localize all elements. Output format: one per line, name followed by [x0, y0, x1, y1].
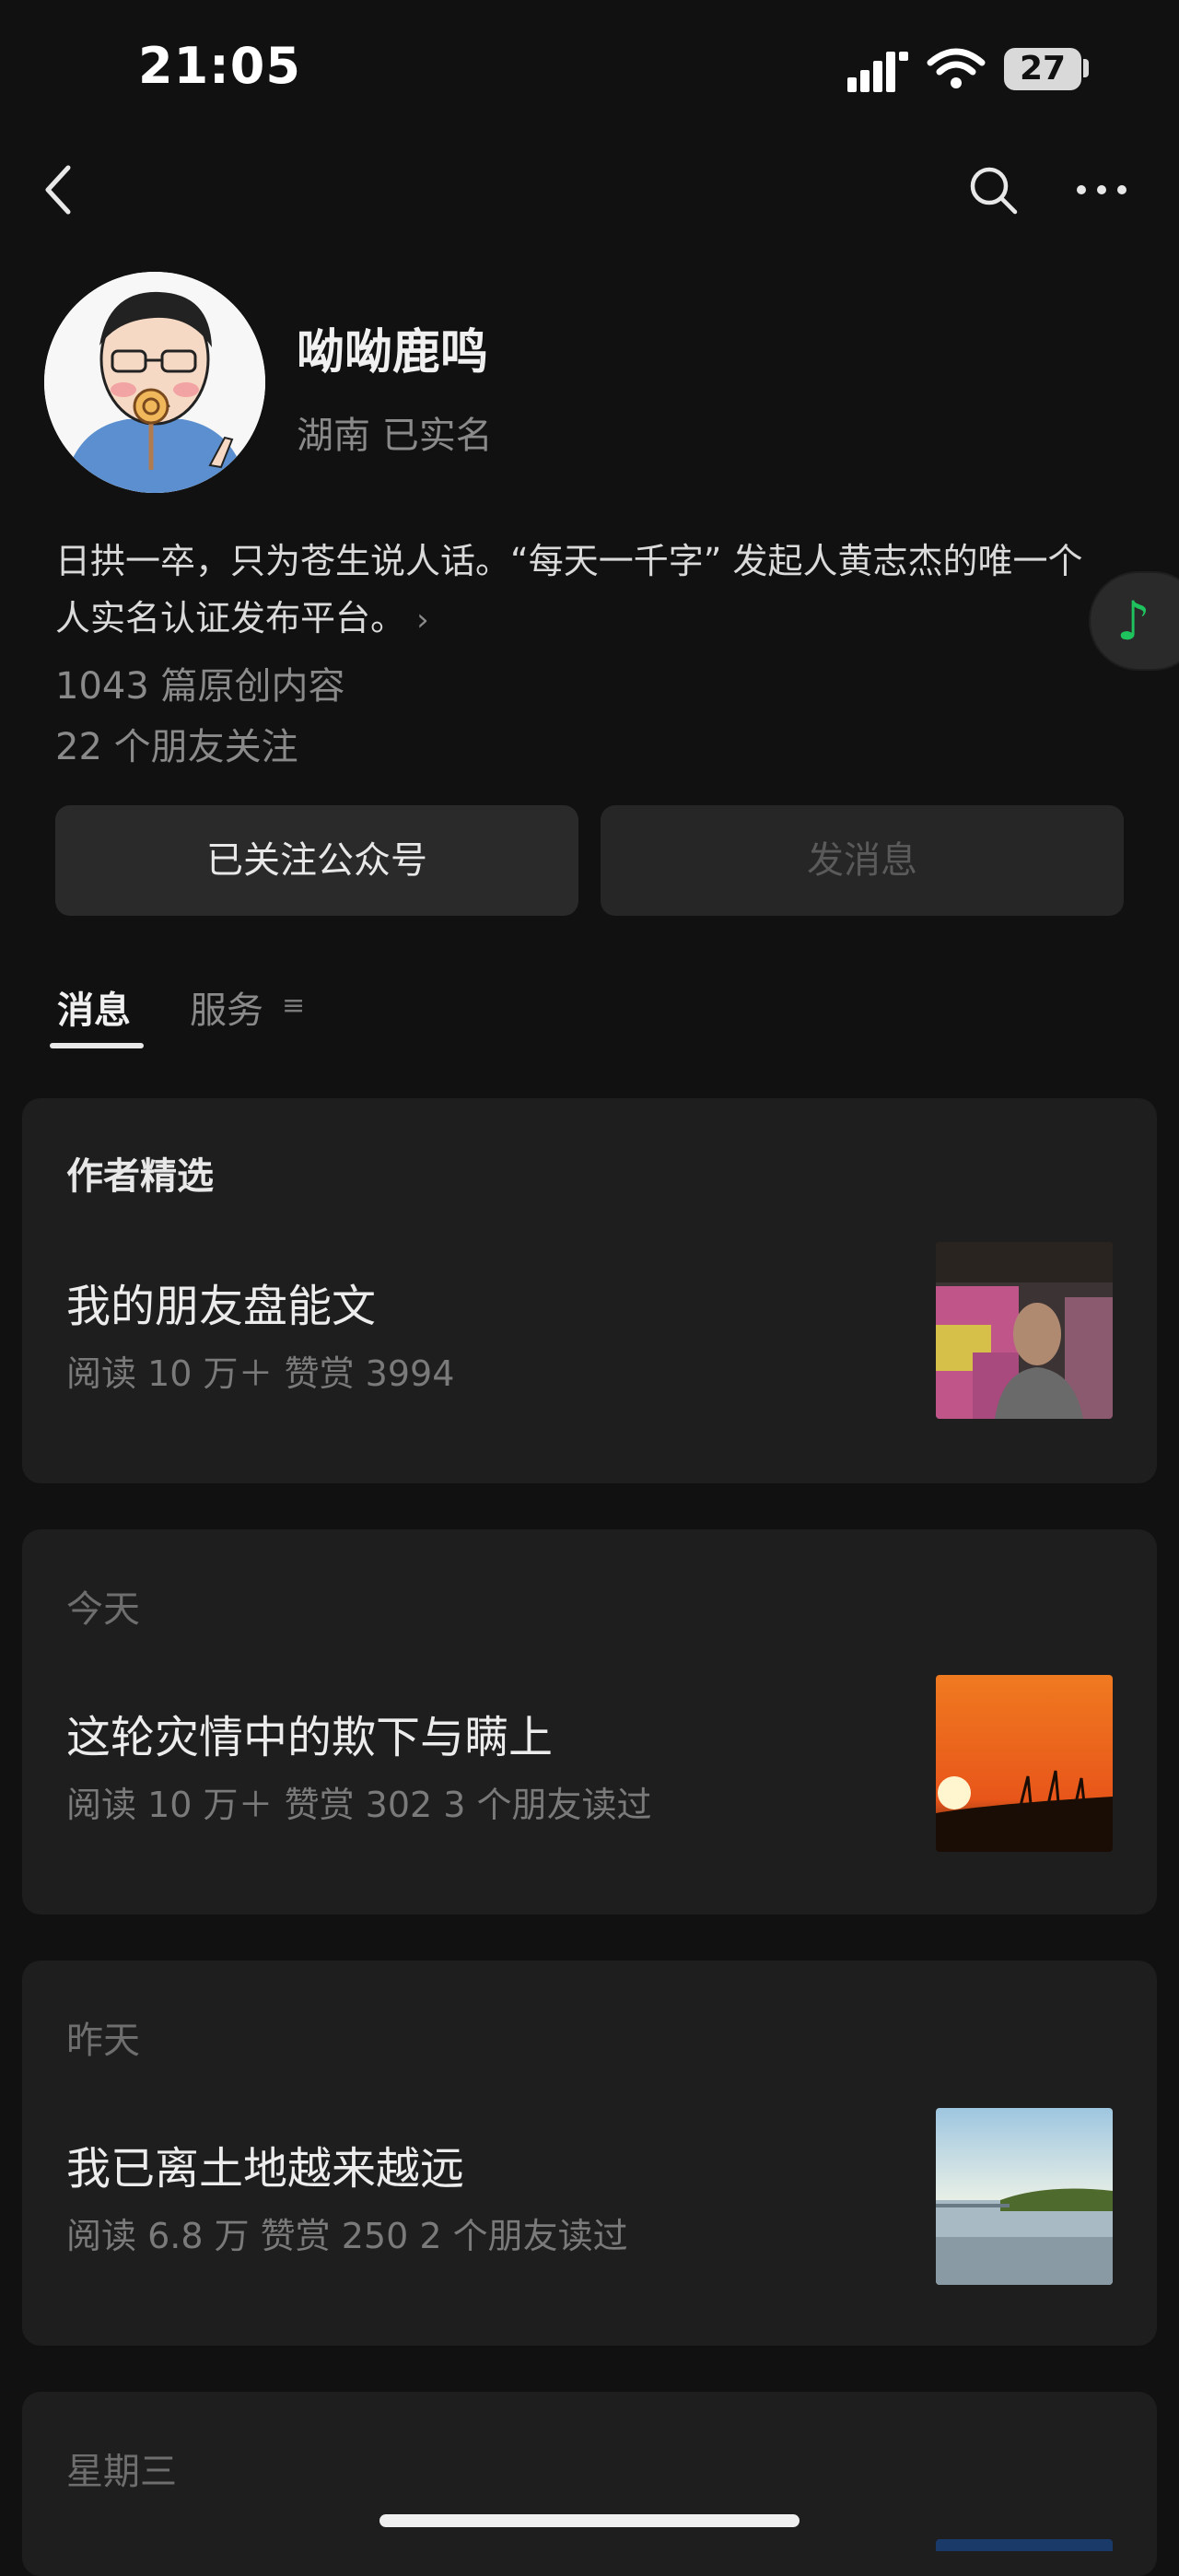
article-day-label: 星期三	[66, 2451, 177, 2493]
tab-active-indicator	[50, 1043, 144, 1048]
article-title[interactable]: 我已离土地越来越远	[66, 2132, 464, 2196]
followed-button[interactable]: 已关注公众号	[55, 805, 578, 916]
home-indicator[interactable]	[379, 2514, 800, 2527]
wifi-icon	[927, 48, 986, 88]
lake-thumbnail-image	[936, 2108, 1113, 2285]
account-name: 呦呦鹿鸣	[297, 325, 489, 381]
featured-article-title[interactable]: 我的朋友盘能文	[66, 1270, 376, 1334]
account-intro[interactable]: 日拱一卒，只为苍生说人话。“每天一千字” 发起人黄志杰的唯一个人实名认证发布平台…	[55, 533, 1105, 649]
featured-article-thumbnail[interactable]	[936, 1242, 1113, 1419]
article-day-label: 今天	[66, 1588, 140, 1631]
music-note-icon: ♪	[1116, 590, 1151, 652]
status-time: 21:05	[138, 37, 301, 95]
article-meta: 阅读 10 万＋ 赞赏 302 3 个朋友读过	[66, 1785, 652, 1825]
search-icon[interactable]	[967, 164, 1019, 216]
battery-indicator: 27	[1004, 48, 1081, 90]
article-thumbnail[interactable]	[936, 2108, 1113, 2285]
intro-more-icon[interactable]: ›	[416, 602, 429, 638]
article-meta: 阅读 6.8 万 赞赏 250 2 个朋友读过	[66, 2216, 628, 2256]
article-thumbnail[interactable]	[936, 2539, 1113, 2551]
featured-article-meta: 阅读 10 万＋ 赞赏 3994	[66, 1353, 455, 1394]
tab-messages[interactable]: 消息	[57, 980, 131, 1034]
featured-label: 作者精选	[66, 1155, 214, 1198]
signal-icon	[847, 52, 908, 92]
article-thumbnail[interactable]	[936, 1675, 1113, 1852]
account-intro-text: 日拱一卒，只为苍生说人话。“每天一千字” 发起人黄志杰的唯一个人实名认证发布平台…	[55, 541, 1083, 638]
chevron-left-icon[interactable]	[41, 164, 77, 216]
friends-follow[interactable]: 22 个朋友关注	[55, 717, 298, 770]
battery-tip	[1083, 59, 1089, 77]
tab-services[interactable]: 服务	[190, 980, 263, 1034]
more-dots-icon[interactable]	[1076, 181, 1127, 199]
sunset-thumbnail-image	[936, 1675, 1113, 1852]
send-message-button[interactable]: 发消息	[601, 805, 1124, 916]
avatar-illustration	[44, 272, 265, 493]
article-day-label: 昨天	[66, 2020, 140, 2062]
original-count: 1043 篇原创内容	[55, 665, 345, 708]
services-menu-icon[interactable]: ≡	[282, 989, 305, 1022]
avatar[interactable]	[44, 272, 265, 493]
featured-thumbnail-image	[936, 1242, 1113, 1419]
article-title[interactable]: 这轮灾情中的欺下与瞒上	[66, 1701, 553, 1765]
account-location: 湖南 已实名	[297, 415, 493, 457]
